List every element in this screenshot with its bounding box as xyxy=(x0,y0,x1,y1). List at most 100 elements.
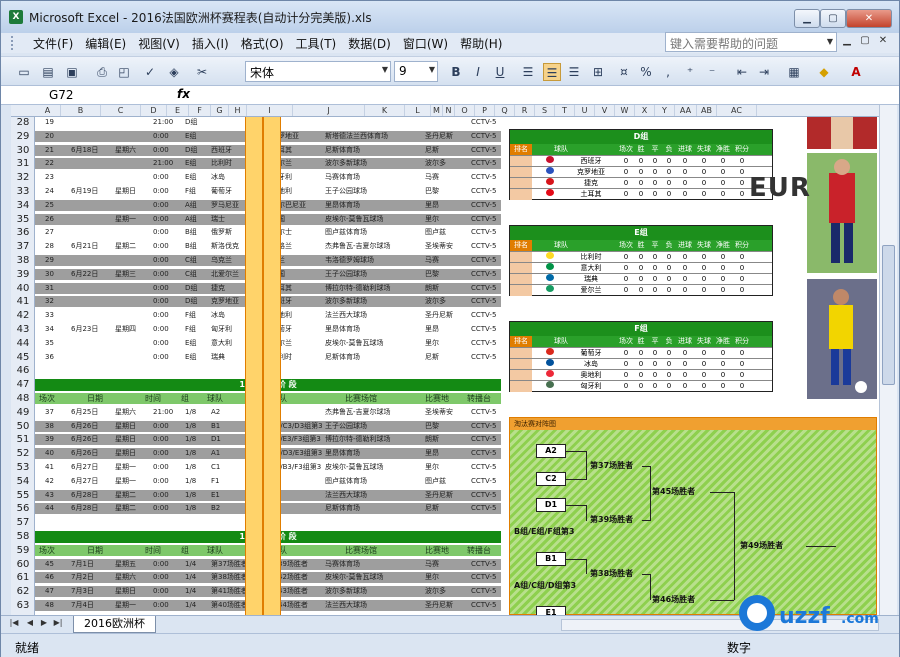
row-header[interactable]: 28 xyxy=(11,117,34,128)
column-header[interactable]: N xyxy=(443,105,455,116)
column-header[interactable]: D xyxy=(141,105,167,116)
font-size-select[interactable]: 9 ▼ xyxy=(394,61,438,82)
group-team-row[interactable]: 西班牙 0 0 0 0 0 0 0 0 xyxy=(510,155,772,167)
bold-button[interactable]: B xyxy=(447,63,465,81)
cut-icon[interactable]: ✂ xyxy=(193,63,211,81)
column-header[interactable]: M xyxy=(431,105,443,116)
group-team-row[interactable]: 冰岛 0 0 0 0 0 0 0 0 xyxy=(510,358,772,370)
column-header[interactable]: G xyxy=(211,105,229,116)
row-header[interactable]: 45 xyxy=(11,352,34,363)
group-team-row[interactable]: 比利时 0 0 0 0 0 0 0 0 xyxy=(510,251,772,263)
column-header[interactable]: AA xyxy=(675,105,697,116)
row-header[interactable]: 62 xyxy=(11,586,34,597)
row-header[interactable]: 55 xyxy=(11,490,34,501)
row-header[interactable]: 31 xyxy=(11,158,34,169)
row-header[interactable]: 38 xyxy=(11,255,34,266)
column-header[interactable]: L xyxy=(405,105,431,116)
group-team-row[interactable]: 瑞典 0 0 0 0 0 0 0 0 xyxy=(510,273,772,285)
scroll-thumb[interactable] xyxy=(882,245,895,385)
row-header[interactable]: 53 xyxy=(11,462,34,473)
menu-window[interactable]: 窗口(W) xyxy=(403,35,448,52)
row-header[interactable]: 36 xyxy=(11,227,34,238)
row-header[interactable]: 29 xyxy=(11,131,34,142)
decrease-indent-icon[interactable]: ⇤ xyxy=(733,63,751,81)
column-header[interactable]: H xyxy=(229,105,247,116)
column-header[interactable]: P xyxy=(475,105,495,116)
doc-minimize-icon[interactable]: ▁ xyxy=(839,35,855,51)
group-team-row[interactable]: 奥地利 0 0 0 0 0 0 0 0 xyxy=(510,369,772,381)
column-header[interactable]: R xyxy=(515,105,535,116)
row-header[interactable]: 42 xyxy=(11,310,34,321)
row-header[interactable]: 63 xyxy=(11,600,34,611)
group-team-row[interactable]: 葡萄牙 0 0 0 0 0 0 0 0 xyxy=(510,347,772,359)
row-header[interactable]: 51 xyxy=(11,434,34,445)
column-header[interactable]: C xyxy=(101,105,141,116)
menu-format[interactable]: 格式(O) xyxy=(241,35,284,52)
row-header[interactable]: 46 xyxy=(11,365,34,376)
row-header[interactable]: 52 xyxy=(11,448,34,459)
name-box[interactable]: G72 xyxy=(11,87,171,104)
group-team-row[interactable]: 捷克 0 0 0 0 0 0 0 0 xyxy=(510,177,772,189)
column-header[interactable]: A xyxy=(35,105,61,116)
row-header[interactable]: 56 xyxy=(11,503,34,514)
help-search-input[interactable]: 键入需要帮助的问题 xyxy=(665,32,837,52)
row-header[interactable]: 49 xyxy=(11,407,34,418)
doc-close-icon[interactable]: ✕ xyxy=(875,35,891,51)
doc-restore-icon[interactable]: ▢ xyxy=(857,35,873,51)
column-header[interactable]: K xyxy=(365,105,405,116)
menu-view[interactable]: 视图(V) xyxy=(138,35,180,52)
borders-icon[interactable]: ▦ xyxy=(785,63,803,81)
row-header[interactable]: 50 xyxy=(11,421,34,432)
percent-button[interactable]: % xyxy=(637,63,655,81)
row-header[interactable]: 34 xyxy=(11,200,34,211)
row-header[interactable]: 43 xyxy=(11,324,34,335)
row-header[interactable]: 39 xyxy=(11,269,34,280)
worksheet-grid[interactable]: 19 21:00 D组 CCTV-5 20 0:00 E组 克罗地亚 斯塔德法兰西体育场 圣丹尼斯… xyxy=(35,117,879,615)
currency-icon[interactable]: ¤ xyxy=(615,63,633,81)
fx-icon[interactable]: fx xyxy=(177,87,190,101)
column-header[interactable]: V xyxy=(595,105,615,116)
row-header[interactable]: 58 xyxy=(11,531,34,542)
prev-sheet-icon[interactable]: ◀ xyxy=(25,618,35,627)
column-header[interactable]: X xyxy=(635,105,655,116)
increase-decimal-icon[interactable]: ⁺ xyxy=(681,63,699,81)
last-sheet-icon[interactable]: ▶| xyxy=(53,618,63,627)
column-header[interactable]: AC xyxy=(717,105,757,116)
font-color-button[interactable]: A xyxy=(847,63,865,81)
close-button[interactable]: ✕ xyxy=(846,9,892,28)
underline-button[interactable]: U xyxy=(491,63,509,81)
column-header[interactable]: O xyxy=(455,105,475,116)
decrease-decimal-icon[interactable]: ⁻ xyxy=(703,63,721,81)
print-icon[interactable]: ⎙ xyxy=(93,63,111,81)
sheet-tab-euro2016[interactable]: 2016欧洲杯 xyxy=(73,616,156,633)
vertical-scrollbar[interactable] xyxy=(879,105,897,615)
group-team-row[interactable]: 克罗地亚 0 0 0 0 0 0 0 0 xyxy=(510,166,772,178)
align-center-icon[interactable]: ☰ xyxy=(543,63,561,81)
align-right-icon[interactable]: ☰ xyxy=(565,63,583,81)
new-document-icon[interactable]: ▭ xyxy=(15,63,33,81)
merge-center-icon[interactable]: ⊞ xyxy=(589,63,607,81)
row-header[interactable]: 30 xyxy=(11,145,34,156)
spellcheck-icon[interactable]: ✓ xyxy=(141,63,159,81)
column-header[interactable]: Q xyxy=(495,105,515,116)
column-header[interactable]: U xyxy=(575,105,595,116)
row-header[interactable]: 54 xyxy=(11,476,34,487)
group-team-row[interactable]: 土耳其 0 0 0 0 0 0 0 0 xyxy=(510,188,772,200)
menu-tools[interactable]: 工具(T) xyxy=(296,35,337,52)
row-header[interactable]: 48 xyxy=(11,393,34,404)
row-header[interactable]: 41 xyxy=(11,296,34,307)
first-sheet-icon[interactable]: |◀ xyxy=(9,618,19,627)
print-preview-icon[interactable]: ◰ xyxy=(115,63,133,81)
row-header[interactable]: 59 xyxy=(11,545,34,556)
column-header[interactable]: W xyxy=(615,105,635,116)
menu-edit[interactable]: 编辑(E) xyxy=(85,35,126,52)
row-header[interactable]: 60 xyxy=(11,559,34,570)
row-header[interactable]: 33 xyxy=(11,186,34,197)
row-header[interactable]: 61 xyxy=(11,572,34,583)
row-header[interactable]: 40 xyxy=(11,283,34,294)
column-header[interactable]: Y xyxy=(655,105,675,116)
row-header[interactable]: 32 xyxy=(11,172,34,183)
maximize-button[interactable]: ▢ xyxy=(820,9,846,28)
group-team-row[interactable]: 意大利 0 0 0 0 0 0 0 0 xyxy=(510,262,772,274)
column-header[interactable]: B xyxy=(61,105,101,116)
